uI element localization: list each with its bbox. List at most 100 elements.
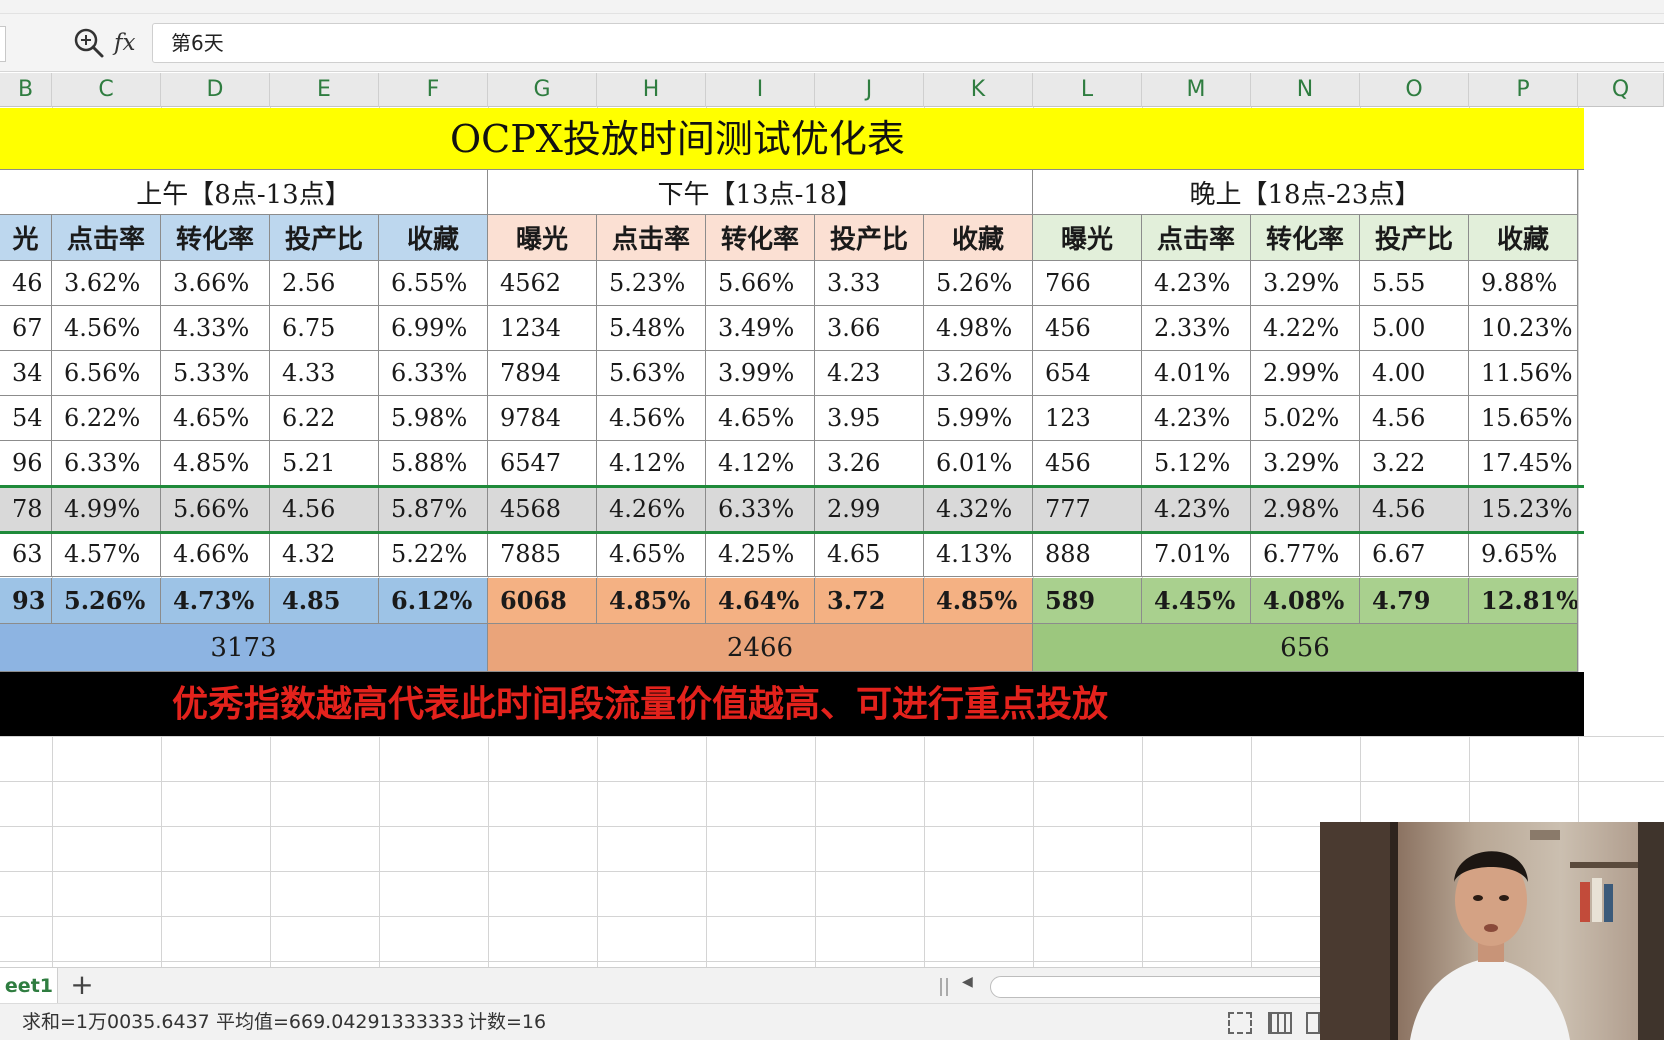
formula-input[interactable]: 第6天 [152, 23, 1664, 63]
column-header-j[interactable]: J [815, 73, 924, 107]
table-cell[interactable]: 5.12% [1142, 441, 1251, 486]
table-cell[interactable]: 4.23 [815, 351, 924, 396]
average-cell[interactable]: 4.73% [161, 578, 270, 624]
average-cell[interactable]: 4.64% [706, 578, 815, 624]
table-cell[interactable]: 11.56% [1469, 351, 1578, 396]
table-cell[interactable]: 10.23% [1469, 306, 1578, 351]
table-cell[interactable]: 4.66% [161, 532, 270, 577]
column-header-l[interactable]: L [1033, 73, 1142, 107]
average-cell[interactable]: 93 [0, 578, 52, 624]
column-header-f[interactable]: F [379, 73, 488, 107]
table-cell[interactable]: 777 [1033, 487, 1142, 532]
table-cell[interactable]: 2.56 [270, 261, 379, 306]
column-header-c[interactable]: C [52, 73, 161, 107]
table-cell[interactable]: 6.33% [706, 487, 815, 532]
column-header-m[interactable]: M [1142, 73, 1251, 107]
table-cell[interactable]: 4.85% [161, 441, 270, 486]
zoom-search-icon[interactable] [72, 26, 106, 60]
average-cell[interactable]: 4.08% [1251, 578, 1360, 624]
table-cell[interactable]: 5.66% [161, 487, 270, 532]
average-cell[interactable]: 4.79 [1360, 578, 1469, 624]
table-cell[interactable]: 3.33 [815, 261, 924, 306]
table-cell[interactable]: 2.98% [1251, 487, 1360, 532]
section-header-2[interactable]: 晚上【18点-23点】 [1033, 170, 1578, 215]
table-cell[interactable]: 3.95 [815, 396, 924, 441]
table-cell[interactable]: 456 [1033, 441, 1142, 486]
table-cell[interactable]: 456 [1033, 306, 1142, 351]
table-cell[interactable]: 96 [0, 441, 52, 486]
average-cell[interactable]: 589 [1033, 578, 1142, 624]
table-cell[interactable]: 4.13% [924, 532, 1033, 577]
column-header-p[interactable]: P [1469, 73, 1578, 107]
table-cell[interactable]: 3.29% [1251, 261, 1360, 306]
add-sheet-button[interactable]: + [64, 968, 100, 1004]
column-header-k[interactable]: K [924, 73, 1033, 107]
name-box[interactable] [0, 26, 6, 62]
table-cell[interactable]: 5.33% [161, 351, 270, 396]
table-cell[interactable]: 5.98% [379, 396, 488, 441]
metric-header[interactable]: 点击率 [597, 215, 706, 261]
section-total-2[interactable]: 656 [1033, 624, 1578, 672]
table-cell[interactable]: 3.22 [1360, 441, 1469, 486]
table-cell[interactable]: 4.33% [161, 306, 270, 351]
table-cell[interactable]: 7.01% [1142, 532, 1251, 577]
table-cell[interactable]: 5.55 [1360, 261, 1469, 306]
metric-header[interactable]: 收藏 [1469, 215, 1578, 261]
metric-header[interactable]: 转化率 [706, 215, 815, 261]
column-header-g[interactable]: G [488, 73, 597, 107]
table-cell[interactable]: 3.66 [815, 306, 924, 351]
table-cell[interactable]: 4.99% [52, 487, 161, 532]
table-cell[interactable]: 17.45% [1469, 441, 1578, 486]
average-cell[interactable]: 3.72 [815, 578, 924, 624]
column-header-d[interactable]: D [161, 73, 270, 107]
horizontal-scrollbar[interactable] [990, 976, 1350, 998]
table-cell[interactable]: 2.33% [1142, 306, 1251, 351]
metric-header[interactable]: 转化率 [1251, 215, 1360, 261]
table-cell[interactable]: 4.56 [1360, 487, 1469, 532]
table-cell[interactable]: 78 [0, 487, 52, 532]
column-header-h[interactable]: H [597, 73, 706, 107]
table-cell[interactable]: 6.22 [270, 396, 379, 441]
table-cell[interactable]: 3.26% [924, 351, 1033, 396]
table-cell[interactable]: 6.67 [1360, 532, 1469, 577]
table-cell[interactable]: 4.32 [270, 532, 379, 577]
table-cell[interactable]: 5.66% [706, 261, 815, 306]
table-cell[interactable]: 9784 [488, 396, 597, 441]
table-cell[interactable]: 888 [1033, 532, 1142, 577]
average-cell[interactable]: 4.45% [1142, 578, 1251, 624]
table-cell[interactable]: 46 [0, 261, 52, 306]
table-cell[interactable]: 6.22% [52, 396, 161, 441]
table-cell[interactable]: 6.01% [924, 441, 1033, 486]
table-cell[interactable]: 6.33% [52, 441, 161, 486]
table-cell[interactable]: 6.56% [52, 351, 161, 396]
table-cell[interactable]: 6547 [488, 441, 597, 486]
metric-header[interactable]: 点击率 [52, 215, 161, 261]
sheet-tab-sheet1[interactable]: eet1 [0, 968, 58, 1004]
table-cell[interactable]: 4.56 [270, 487, 379, 532]
table-cell[interactable]: 766 [1033, 261, 1142, 306]
column-header-i[interactable]: I [706, 73, 815, 107]
table-cell[interactable]: 5.99% [924, 396, 1033, 441]
average-cell[interactable]: 4.85 [270, 578, 379, 624]
column-header-e[interactable]: E [270, 73, 379, 107]
table-cell[interactable]: 67 [0, 306, 52, 351]
metric-header[interactable]: 投产比 [270, 215, 379, 261]
table-cell[interactable]: 5.87% [379, 487, 488, 532]
table-cell[interactable]: 6.33% [379, 351, 488, 396]
table-cell[interactable]: 4.32% [924, 487, 1033, 532]
metric-header[interactable]: 投产比 [815, 215, 924, 261]
metric-header[interactable]: 曝光 [1033, 215, 1142, 261]
table-cell[interactable]: 9.65% [1469, 532, 1578, 577]
metric-header[interactable]: 曝光 [488, 215, 597, 261]
page-layout-icon[interactable] [1306, 1012, 1320, 1034]
table-cell[interactable]: 4.65% [706, 396, 815, 441]
table-cell[interactable]: 7894 [488, 351, 597, 396]
table-cell[interactable]: 1234 [488, 306, 597, 351]
average-cell[interactable]: 4.85% [597, 578, 706, 624]
table-cell[interactable]: 4.00 [1360, 351, 1469, 396]
column-header-q[interactable]: Q [1578, 73, 1664, 107]
table-cell[interactable]: 4.56% [52, 306, 161, 351]
table-cell[interactable]: 54 [0, 396, 52, 441]
table-cell[interactable]: 3.99% [706, 351, 815, 396]
table-cell[interactable]: 5.02% [1251, 396, 1360, 441]
